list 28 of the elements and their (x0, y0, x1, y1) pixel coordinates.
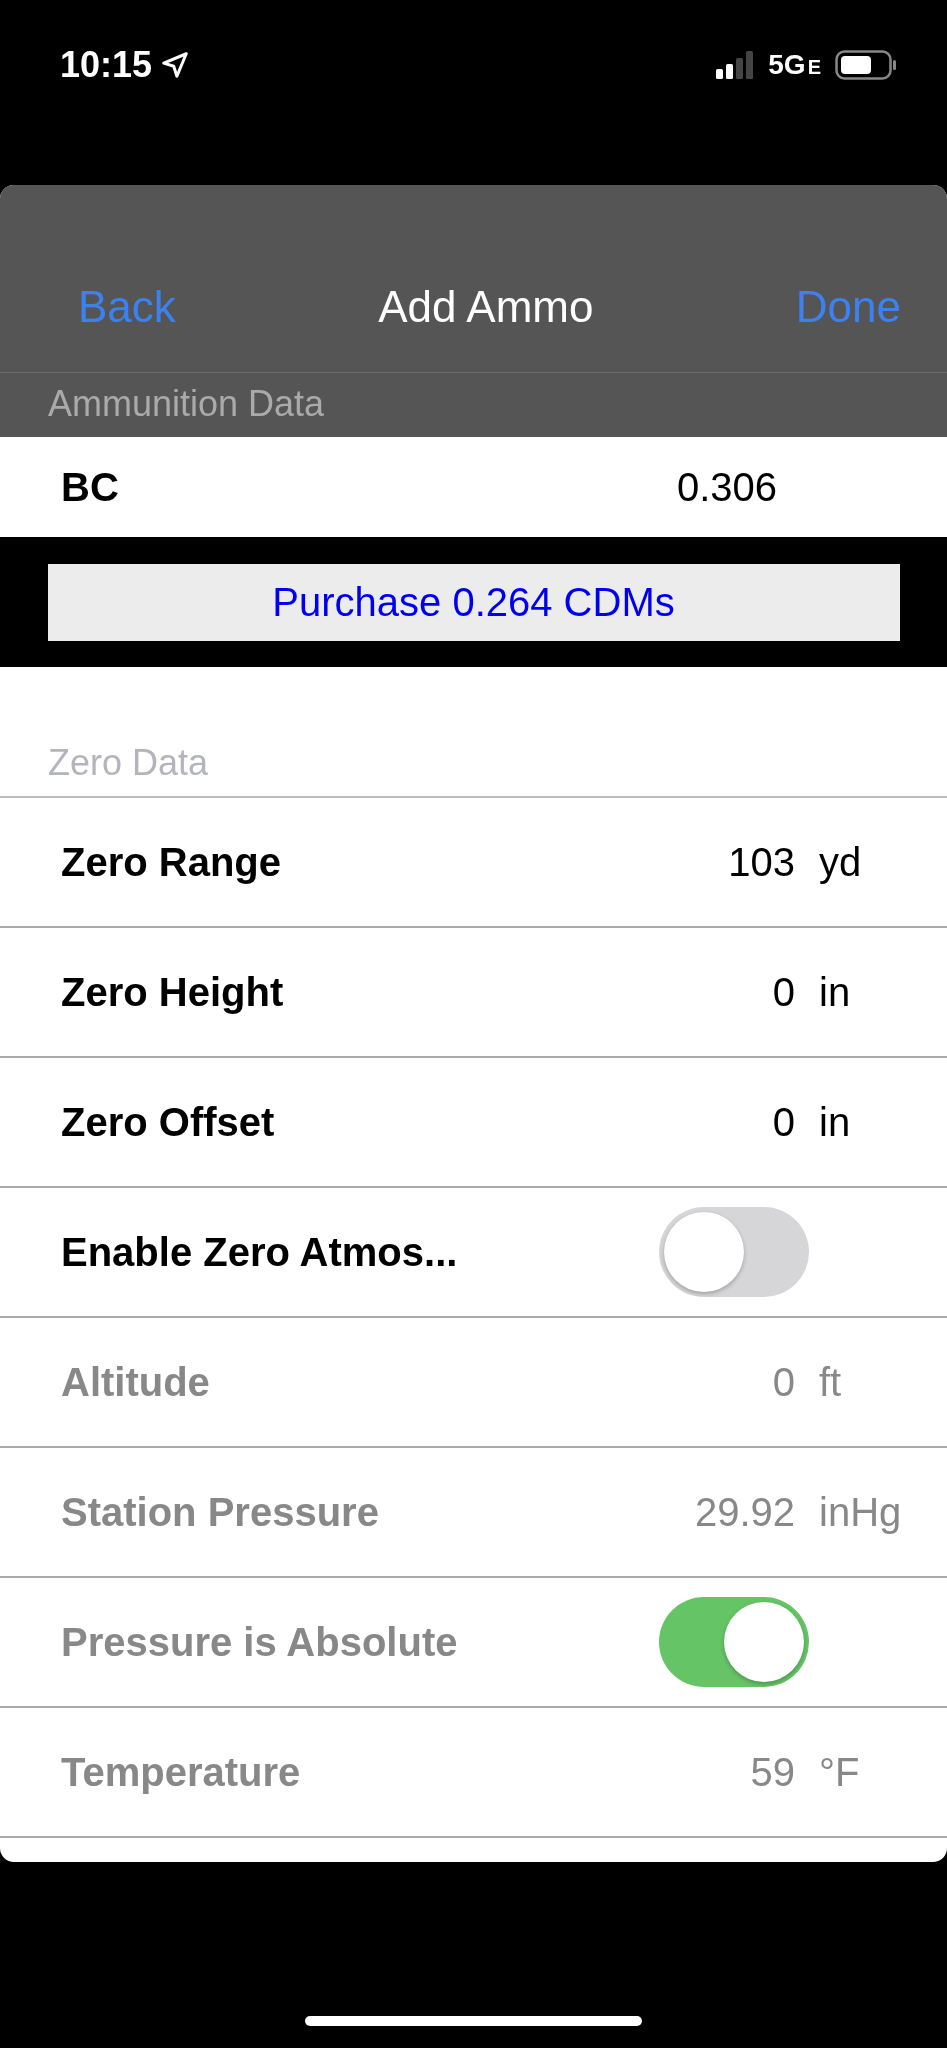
row-value[interactable]: 0 (772, 1099, 795, 1145)
unit-label: °F (818, 1749, 861, 1795)
location-arrow-icon (160, 50, 191, 80)
row-value[interactable]: 0.306 (676, 464, 777, 510)
row-label: Enable Zero Atmos... (61, 1229, 459, 1275)
unit-label: inHg (818, 1489, 903, 1535)
section-header: Zero Data (48, 742, 209, 784)
purchase-button[interactable]: Purchase 0.264 CDMs (47, 563, 900, 641)
status-time: 10:15 (60, 44, 153, 86)
row-label: Zero Range (61, 839, 283, 885)
battery-icon (835, 50, 897, 80)
row-label: BC (61, 464, 120, 510)
row-label: Pressure is Absolute (61, 1619, 459, 1665)
row-label: Zero Height (61, 969, 285, 1015)
section-header: Ammunition Data (48, 383, 325, 425)
row-label: Altitude (61, 1359, 211, 1405)
nav-title: Add Ammo (378, 282, 594, 332)
unit-label: ft (818, 1359, 843, 1405)
unit-label: yd (818, 839, 863, 885)
row-value[interactable]: 103 (728, 839, 795, 885)
row-label: Station Pressure (61, 1489, 380, 1535)
unit-label: in (818, 969, 852, 1015)
signal-icon (716, 51, 755, 79)
network-label: 5G E (768, 49, 821, 81)
row-label: Temperature (61, 1749, 302, 1795)
row-value[interactable]: 0 (772, 969, 795, 1015)
row-label: Zero Offset (61, 1099, 276, 1145)
unit-label: in (818, 1099, 852, 1145)
